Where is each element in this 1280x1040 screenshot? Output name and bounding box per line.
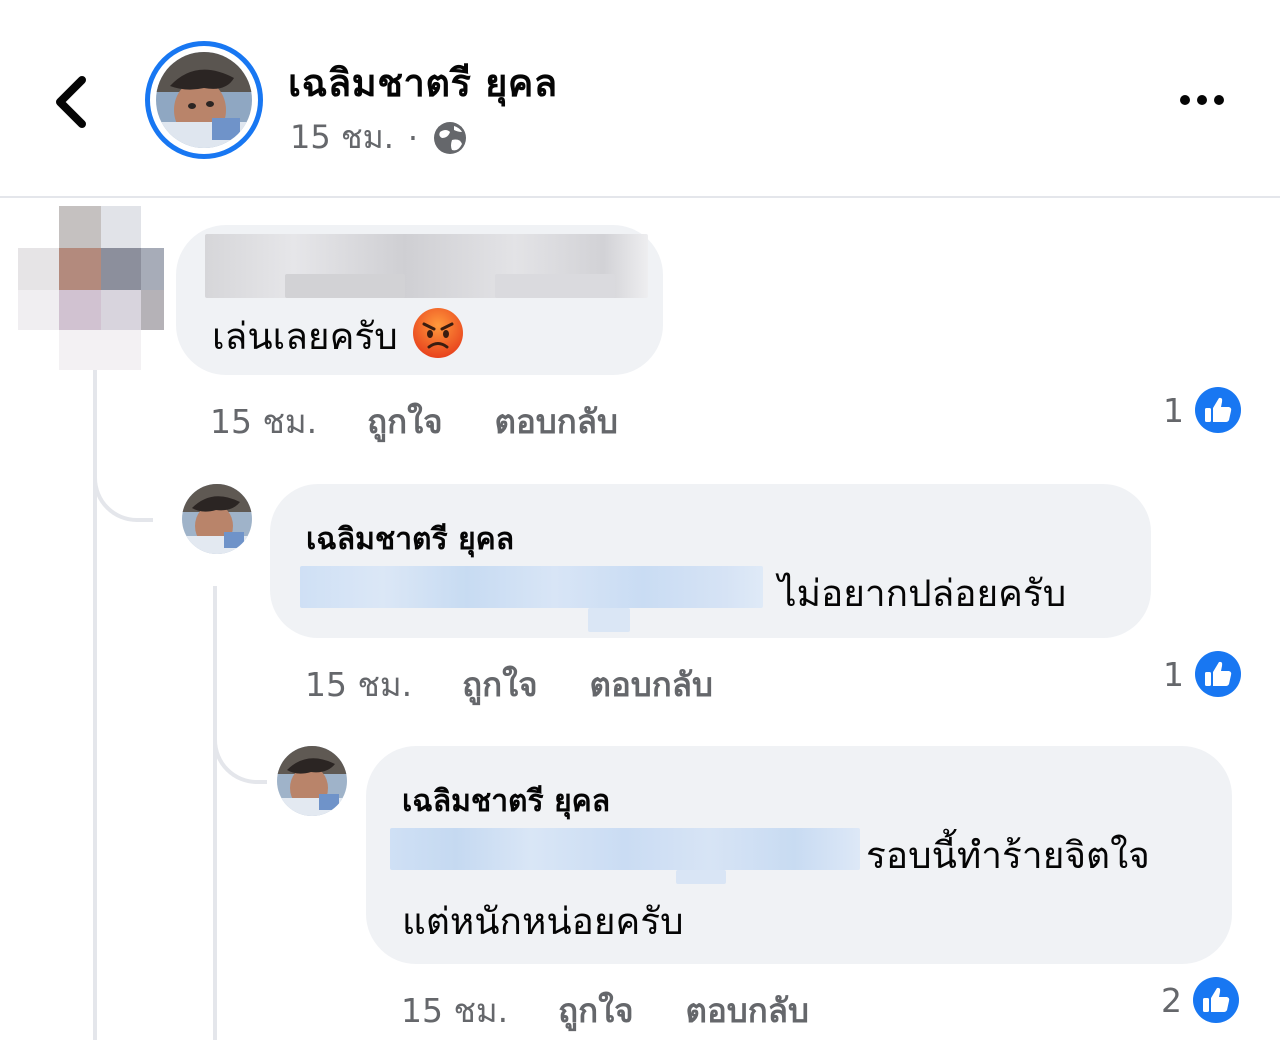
reply-link[interactable]: ตอบกลับ [686,984,809,1037]
reaction-count[interactable]: 1 [1163,650,1242,698]
like-link[interactable]: ถูกใจ [462,658,537,711]
thread-curve-2 [213,732,267,784]
post-author-name[interactable]: เฉลิมชาตรี ยุคล [288,52,558,113]
pixel [59,206,101,248]
reaction-count-value: 1 [1163,390,1184,430]
pixel [101,290,141,330]
comment-text-content: เล่นเลยครับ [212,315,398,358]
reaction-count-value: 1 [1163,654,1184,694]
reaction-count[interactable]: 1 [1163,386,1242,434]
like-link[interactable]: ถูกใจ [558,984,633,1037]
avatar[interactable] [277,746,347,816]
more-horizontal-icon [1180,95,1190,105]
comment-actions: 15 ชม. ถูกใจ ตอบกลับ [401,984,809,1037]
like-link[interactable]: ถูกใจ [367,395,442,448]
reply-link[interactable]: ตอบกลับ [590,658,713,711]
comment-time[interactable]: 15 ชม. [401,984,508,1037]
comment-text-line-2: แต่หนักหน่อยครับ [402,900,684,943]
blur-block [300,566,763,608]
pixel [59,290,101,330]
comment-actions: 15 ชม. ถูกใจ ตอบกลับ [305,658,713,711]
avatar[interactable] [182,484,252,554]
pixel [101,206,141,248]
comment-text: ไม่อยากปล่อยครับ [778,572,1067,615]
thumbs-up-icon [1195,387,1241,433]
post-time[interactable]: 15 ชม. [290,112,394,163]
author-avatar[interactable] [145,41,263,159]
redacted-mention [300,566,763,632]
thumbs-up-icon [1193,977,1239,1023]
reply-link[interactable]: ตอบกลับ [495,395,618,448]
angry-face-emoji [412,308,463,358]
pixel [59,248,101,290]
blur-block [588,608,630,632]
comment-text-line-1: รอบนี้ทำร้ายจิตใจ [866,834,1150,877]
thumbs-up-icon [1195,651,1241,697]
blur-block [390,828,860,870]
pixel [59,330,141,370]
pixel [18,290,59,330]
blur-block [676,870,726,884]
comment-text: เล่นเลยครับ [212,307,464,366]
back-button[interactable] [48,72,96,132]
post-meta: 15 ชม. · [290,112,468,163]
redacted-name [205,234,648,298]
post-header: เฉลิมชาตรี ยุคล 15 ชม. · [0,0,1280,198]
blur-block [495,274,615,298]
pixel [141,248,164,290]
dot [1214,95,1224,105]
chevron-left-icon [56,76,86,128]
comment-bubble[interactable]: เฉลิมชาตรี ยุคล รอบนี้ทำร้ายจิตใจ แต่หนั… [366,746,1232,964]
reaction-count[interactable]: 2 [1161,976,1240,1024]
comment-bubble[interactable]: เล่นเลยครับ [176,225,663,375]
comment-time[interactable]: 15 ชม. [210,395,317,448]
redacted-mention [390,828,860,884]
avatar[interactable] [18,206,164,370]
comment-time[interactable]: 15 ชม. [305,658,412,711]
dot [1197,95,1207,105]
globe-icon [434,121,467,154]
thread-curve-1 [93,470,153,522]
comment-bubble[interactable]: เฉลิมชาตรี ยุคล ไม่อยากปล่อยครับ [270,484,1151,638]
meta-separator: · [407,118,419,157]
pixel [101,248,141,290]
comment-author[interactable]: เฉลิมชาตรี ยุคล [306,516,514,563]
blur-block [285,274,405,298]
reaction-count-value: 2 [1161,980,1182,1020]
avatar-photo [156,52,252,148]
pixel [18,248,59,290]
comment-actions: 15 ชม. ถูกใจ ตอบกลับ [210,395,618,448]
pixel [141,290,164,330]
comment-author[interactable]: เฉลิมชาตรี ยุคล [402,778,610,825]
thread-line-reply [213,586,217,1040]
more-options-button[interactable] [1180,88,1236,112]
